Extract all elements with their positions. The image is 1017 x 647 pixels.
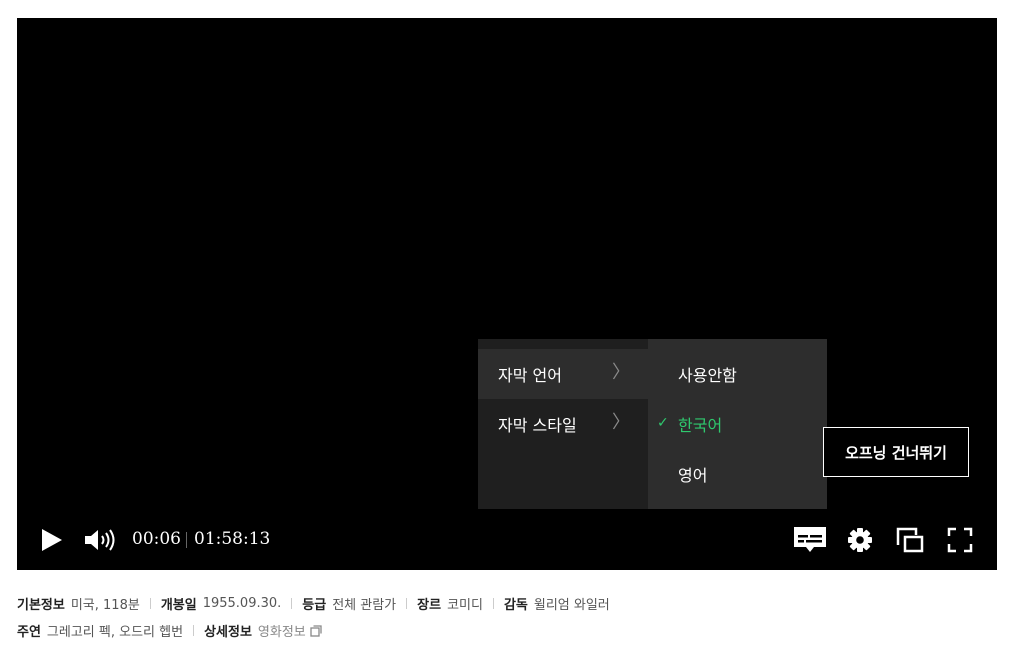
- check-icon: ✓: [657, 415, 669, 431]
- language-option-korean[interactable]: ✓ 한국어: [648, 399, 827, 449]
- skip-opening-button[interactable]: 오프닝 건너뛰기: [823, 427, 969, 477]
- menu-item-subtitle-language[interactable]: 자막 언어 〉: [478, 349, 648, 399]
- current-time: 00:06: [132, 529, 181, 549]
- option-label: 한국어: [678, 416, 723, 435]
- volume-button[interactable]: [84, 528, 116, 552]
- info-value: 코미디: [447, 598, 483, 613]
- divider: [291, 598, 293, 609]
- volume-icon: [85, 529, 115, 551]
- settings-gear-icon: [848, 528, 872, 552]
- settings-button[interactable]: [847, 527, 873, 553]
- language-option-none[interactable]: 사용안함: [648, 349, 827, 399]
- info-key: 감독: [503, 598, 528, 613]
- total-time: 01:58:13: [194, 529, 271, 549]
- chevron-right-icon: 〉: [612, 412, 630, 433]
- fullscreen-button[interactable]: [947, 527, 973, 553]
- pip-button[interactable]: [896, 527, 924, 553]
- info-value: 미국, 118분: [70, 598, 140, 613]
- chevron-right-icon: 〉: [612, 362, 630, 383]
- movie-info-row-cast: 주연 그레고리 펙, 오드리 헵번 상세정보 영화정보: [17, 621, 322, 640]
- info-value: 1955.09.30.: [202, 596, 282, 611]
- info-value: 전체 관람가: [332, 598, 397, 613]
- menu-item-label: 자막 언어: [498, 366, 562, 385]
- option-label: 사용안함: [678, 366, 737, 385]
- movie-info-link[interactable]: 영화정보: [258, 621, 322, 640]
- divider: [406, 598, 408, 609]
- time-divider: [186, 532, 187, 548]
- divider: [492, 598, 494, 609]
- info-link-label: 영화정보: [257, 625, 306, 640]
- play-button[interactable]: [41, 528, 63, 552]
- menu-item-label: 자막 스타일: [498, 416, 577, 435]
- info-key: 주연: [17, 625, 41, 640]
- info-value: 윌리엄 와일러: [533, 598, 610, 613]
- info-key: 기본정보: [17, 598, 65, 613]
- info-key: 개봉일: [160, 598, 197, 613]
- external-link-icon: [310, 624, 322, 637]
- subtitle-icon: [794, 527, 826, 552]
- play-icon: [42, 529, 62, 551]
- divider: [193, 625, 195, 636]
- subtitle-category-menu: 자막 언어 〉 자막 스타일 〉: [478, 339, 648, 509]
- subtitle-language-submenu: 사용안함 ✓ 한국어 영어: [648, 339, 827, 509]
- language-option-english[interactable]: 영어: [648, 449, 827, 499]
- fullscreen-icon: [947, 527, 973, 553]
- movie-info-row-basic: 기본정보 미국, 118분 개봉일 1955.09.30. 등급 전체 관람가 …: [17, 594, 610, 613]
- video-player[interactable]: 자막 언어 〉 자막 스타일 〉 사용안함 ✓ 한국어 영어 오프닝 건너뛰기: [17, 18, 997, 570]
- subtitle-button[interactable]: [793, 526, 827, 554]
- info-key: 상세정보: [204, 625, 252, 640]
- info-value: 그레고리 펙, 오드리 헵번: [46, 625, 184, 640]
- info-key: 등급: [302, 598, 327, 613]
- pip-icon: [896, 527, 924, 553]
- option-label: 영어: [678, 466, 708, 485]
- info-key: 장르: [417, 598, 442, 613]
- divider: [149, 598, 151, 609]
- menu-item-subtitle-style[interactable]: 자막 스타일 〉: [478, 399, 648, 449]
